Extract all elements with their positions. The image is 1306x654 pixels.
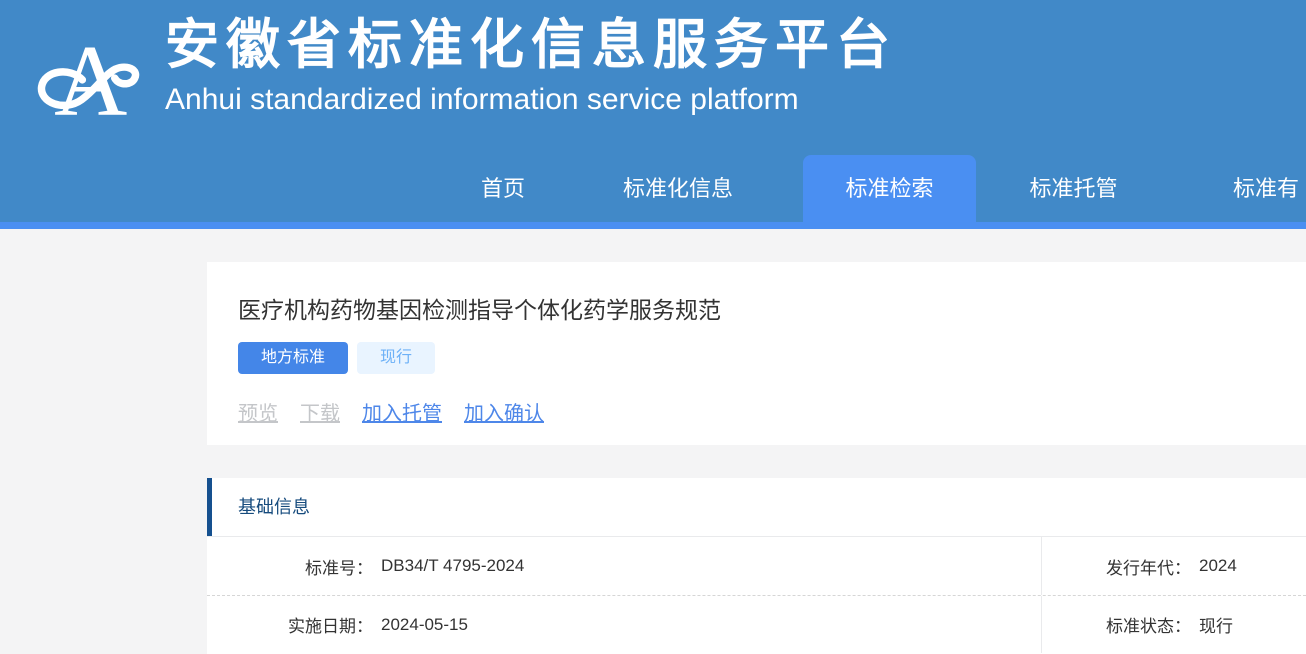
main-content: 医疗机构药物基因检测指导个体化药学服务规范 地方标准 现行 预览 下载 加入托管… <box>0 262 1306 654</box>
add-to-hosting-link[interactable]: 加入托管 <box>362 397 442 426</box>
field-label: 标准状态： <box>1042 612 1191 637</box>
site-brand[interactable]: A 安徽省标准化信息服务平台 Anhui standardized inform… <box>35 14 897 138</box>
standard-title: 医疗机构药物基因检测指导个体化药学服务规范 <box>238 295 1306 325</box>
nav-accent-strip <box>0 222 1306 229</box>
add-to-confirm-link[interactable]: 加入确认 <box>464 397 544 426</box>
basic-info-card: 基础信息 标准号： DB34/T 4795-2024 发行年代： 2024 实施… <box>207 478 1306 654</box>
download-link[interactable]: 下载 <box>300 397 340 426</box>
section-accent-bar <box>207 478 212 536</box>
nav-item-standard-valid[interactable]: 标准有 <box>1171 155 1306 222</box>
cell-implementation-date: 实施日期： 2024-05-15 <box>207 596 1041 653</box>
site-header: A 安徽省标准化信息服务平台 Anhui standardized inform… <box>0 0 1306 222</box>
basic-info-header: 基础信息 <box>207 478 1306 537</box>
brand-text: 安徽省标准化信息服务平台 Anhui standardized informat… <box>165 14 897 118</box>
table-row: 实施日期： 2024-05-15 标准状态： 现行 <box>207 595 1306 653</box>
standard-summary-card: 医疗机构药物基因检测指导个体化药学服务规范 地方标准 现行 预览 下载 加入托管… <box>207 262 1306 445</box>
badge-standard-type: 地方标准 <box>238 342 348 374</box>
nav-item-home[interactable]: 首页 <box>433 155 573 222</box>
nav-item-standard-hosting[interactable]: 标准托管 <box>976 155 1171 222</box>
field-value: 现行 <box>1199 612 1233 637</box>
basic-info-title: 基础信息 <box>238 497 310 517</box>
main-nav: 首页 标准化信息 标准检索 标准托管 标准有 <box>433 155 1306 222</box>
field-label: 实施日期： <box>207 612 373 637</box>
nav-item-standardization-info[interactable]: 标准化信息 <box>573 155 783 222</box>
preview-link[interactable]: 预览 <box>238 397 278 426</box>
field-label: 发行年代： <box>1042 554 1191 579</box>
field-value: DB34/T 4795-2024 <box>381 556 524 576</box>
cell-publish-year: 发行年代： 2024 <box>1041 537 1306 595</box>
badge-standard-status: 现行 <box>357 342 435 374</box>
action-row: 预览 下载 加入托管 加入确认 <box>238 397 1306 426</box>
cell-standard-status: 标准状态： 现行 <box>1041 596 1306 653</box>
nav-item-standard-search[interactable]: 标准检索 <box>803 155 976 222</box>
table-row: 标准号： DB34/T 4795-2024 发行年代： 2024 <box>207 537 1306 595</box>
site-title-en: Anhui standardized information service p… <box>165 82 897 118</box>
field-value: 2024-05-15 <box>381 615 468 635</box>
field-value: 2024 <box>1199 556 1237 576</box>
badge-row: 地方标准 现行 <box>238 342 1306 374</box>
site-title-zh: 安徽省标准化信息服务平台 <box>165 14 897 76</box>
field-label: 标准号： <box>207 554 373 579</box>
cell-standard-number: 标准号： DB34/T 4795-2024 <box>207 537 1041 595</box>
platform-logo-icon: A <box>35 20 143 138</box>
